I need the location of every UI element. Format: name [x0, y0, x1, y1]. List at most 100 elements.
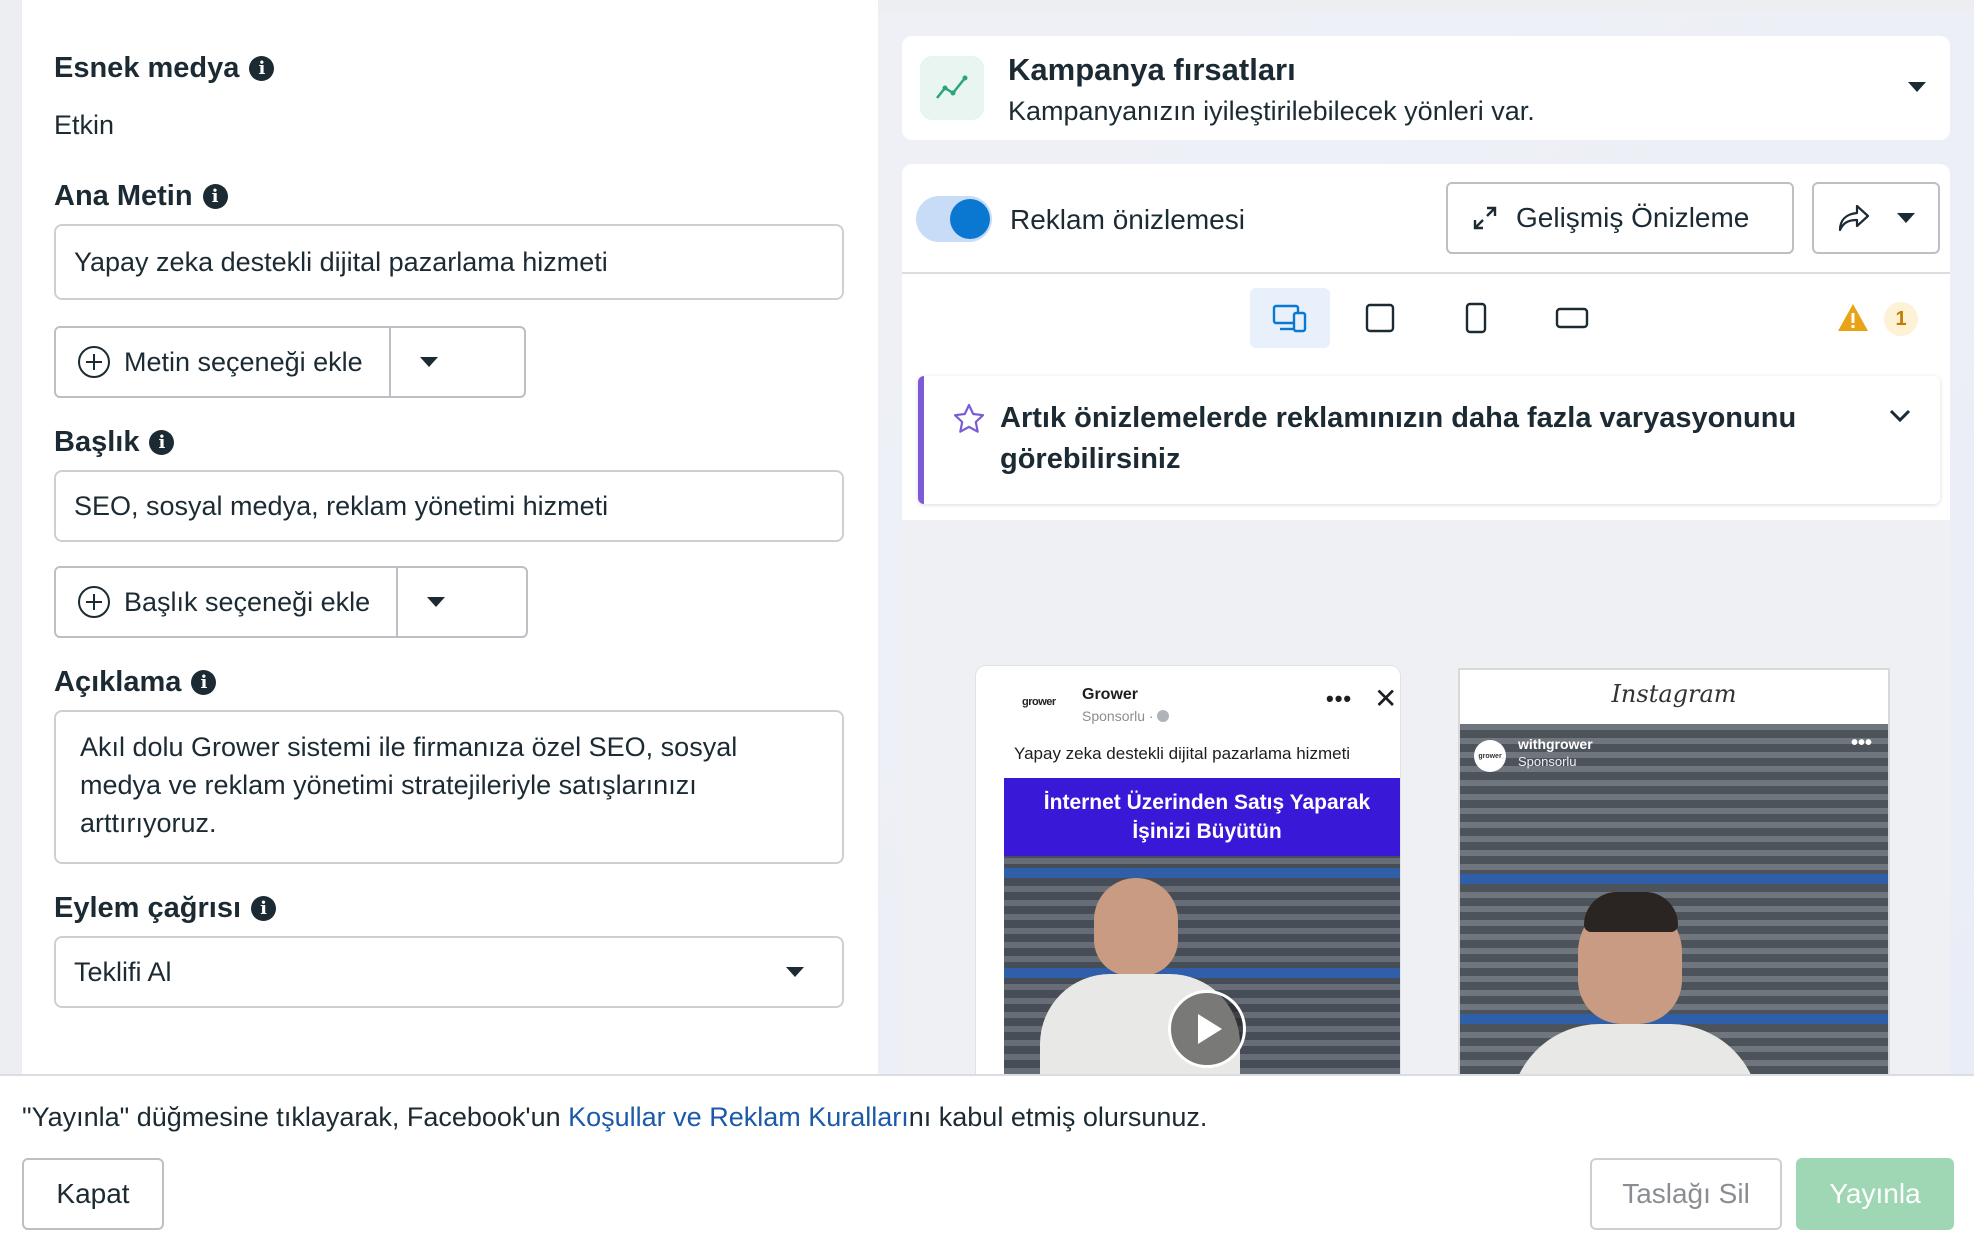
opportunities-subtitle: Kampanyanızın iyileştirilebilecek yönler… — [1008, 96, 1535, 126]
ig-sponsored-label: Sponsorlu — [1518, 754, 1577, 769]
advanced-preview-label: Gelişmiş Önizleme — [1516, 202, 1750, 233]
fb-video-media[interactable]: İnternet Üzerinden Satış Yaparak İşinizi… — [1004, 778, 1400, 1080]
more-options-icon[interactable]: ••• — [1851, 732, 1872, 755]
warning-icon[interactable] — [1836, 302, 1870, 334]
advanced-preview-button[interactable]: Gelişmiş Önizleme — [1446, 182, 1794, 254]
ad-creative-panel: Esnek medya i Etkin Ana Metin i Yapay ze… — [22, 0, 878, 1080]
add-text-option-button[interactable]: Metin seçeneği ekle — [56, 328, 391, 396]
ig-avatar: grower — [1474, 740, 1506, 772]
add-text-option-label: Metin seçeneği ekle — [124, 346, 363, 377]
ad-preview-toggle[interactable] — [916, 196, 992, 242]
fb-primary-text: Yapay zeka destekli dijital pazarlama hi… — [1014, 744, 1351, 763]
preview-panel: Kampanya fırsatları Kampanyanızın iyileş… — [878, 12, 1974, 1080]
shelf-beam — [1004, 968, 1400, 978]
banner-line-2: İşinizi Büyütün — [1132, 820, 1282, 843]
share-menu-button[interactable] — [1812, 182, 1940, 254]
star-icon — [953, 403, 985, 433]
info-icon[interactable]: i — [251, 896, 276, 921]
info-icon[interactable]: i — [191, 670, 217, 695]
fb-creative-banner: İnternet Üzerinden Satış Yaparak İşinizi… — [1004, 778, 1400, 856]
footer-bar: "Yayınla" düğmesine tıklayarak, Facebook… — [0, 1074, 1974, 1241]
ig-video-media[interactable]: grower withgrower Sponsorlu ••• — [1460, 724, 1888, 1080]
primary-text-label: Ana Metin i — [54, 180, 228, 213]
primary-text-input[interactable]: Yapay zeka destekli dijital pazarlama hi… — [54, 224, 844, 300]
flexible-media-label-text: Esnek medya — [54, 52, 240, 84]
flexible-media-value: Etkin — [54, 110, 115, 140]
toggle-knob — [950, 199, 990, 239]
trend-chart-icon — [920, 56, 984, 120]
description-input[interactable]: Akıl dolu Grower sistemi ile firmanıza ö… — [54, 710, 844, 864]
caret-down-icon — [419, 357, 438, 367]
placement-selector: 1 — [902, 276, 1950, 360]
cta-value: Teklifi Al — [74, 956, 172, 987]
globe-icon — [1157, 710, 1170, 722]
caret-down-icon — [1897, 213, 1915, 223]
cta-label: Eylem çağrısı i — [54, 892, 276, 925]
description-value: Akıl dolu Grower sistemi ile firmanıza ö… — [80, 732, 738, 838]
instagram-logo: Instagram — [1611, 680, 1737, 708]
square-icon — [1365, 303, 1395, 333]
close-button[interactable]: Kapat — [22, 1158, 164, 1230]
shelf-beam — [1460, 1014, 1888, 1024]
square-format-tab[interactable] — [1340, 288, 1420, 348]
expand-icon — [1473, 206, 1497, 230]
fb-page-name: Grower — [1082, 686, 1139, 703]
add-headline-option-label: Başlık seçeneği ekle — [124, 586, 371, 617]
info-icon[interactable]: i — [249, 56, 275, 81]
preview-canvas: grower Grower Sponsorlu · ••• ✕ Yapay ze… — [902, 520, 1950, 1080]
caret-down-icon[interactable] — [1908, 82, 1926, 92]
preview-header: Reklam önizlemesi Gelişmiş Önizleme — [902, 164, 1950, 274]
cta-select[interactable]: Teklifi Al — [54, 936, 844, 1008]
headline-label: Başlık i — [54, 426, 175, 459]
horizontal-format-tab[interactable] — [1532, 288, 1612, 348]
shelf-beam — [1460, 874, 1888, 884]
instagram-feed-preview[interactable]: Instagram grower withgrower Sponsorlu ••… — [1458, 668, 1890, 1080]
primary-text-label-text: Ana Metin — [54, 180, 193, 212]
add-headline-option-dropdown[interactable] — [398, 568, 474, 636]
description-label-text: Açıklama — [54, 666, 182, 698]
caret-down-icon — [427, 597, 446, 607]
info-icon[interactable]: i — [202, 184, 228, 209]
fb-sponsored-label: Sponsorlu · — [1082, 708, 1170, 724]
devices-icon — [1272, 304, 1307, 333]
plus-circle-icon — [78, 346, 110, 378]
plus-circle-icon — [78, 586, 110, 618]
banner-line-1: İnternet Üzerinden Satış Yaparak — [1043, 791, 1371, 814]
primary-text-value: Yapay zeka destekli dijital pazarlama hi… — [74, 246, 608, 277]
ig-account-name: withgrower — [1518, 736, 1593, 752]
landscape-icon — [1555, 307, 1589, 329]
all-devices-tab[interactable] — [1250, 288, 1330, 348]
facebook-feed-preview[interactable]: grower Grower Sponsorlu · ••• ✕ Yapay ze… — [976, 666, 1400, 1080]
close-icon[interactable]: ✕ — [1374, 682, 1397, 715]
chevron-down-icon[interactable] — [1888, 408, 1912, 424]
headline-value: SEO, sosyal medya, reklam yönetimi hizme… — [74, 490, 609, 521]
add-text-option-dropdown[interactable] — [391, 328, 467, 396]
more-options-icon[interactable]: ••• — [1326, 686, 1352, 712]
variations-notice[interactable]: Artık önizlemelerde reklamınızın daha fa… — [918, 376, 1940, 504]
terms-text-before: "Yayınla" düğmesine tıklayarak, Facebook… — [22, 1102, 569, 1132]
variations-notice-text: Artık önizlemelerde reklamınızın daha fa… — [1000, 402, 1797, 475]
play-icon[interactable] — [1168, 990, 1246, 1068]
flexible-media-label: Esnek medya i — [54, 52, 275, 85]
add-headline-option-split-button: Başlık seçeneği ekle — [54, 566, 528, 638]
headline-label-text: Başlık — [54, 426, 140, 458]
add-headline-option-button[interactable]: Başlık seçeneği ekle — [56, 568, 399, 636]
person-head — [1094, 878, 1178, 976]
info-icon[interactable]: i — [149, 430, 175, 455]
campaign-opportunities-card[interactable]: Kampanya fırsatları Kampanyanızın iyileş… — [902, 36, 1950, 140]
cta-label-text: Eylem çağrısı — [54, 892, 241, 924]
ad-preview-card: Reklam önizlemesi Gelişmiş Önizleme 1 Ar… — [902, 164, 1950, 1080]
terms-link[interactable]: Koşullar ve Reklam Kuralları — [568, 1102, 909, 1132]
fb-sponsored-text: Sponsorlu · — [1082, 708, 1154, 724]
description-label: Açıklama i — [54, 666, 217, 699]
headline-input[interactable]: SEO, sosyal medya, reklam yönetimi hizme… — [54, 470, 844, 542]
vertical-format-tab[interactable] — [1436, 288, 1516, 348]
delete-draft-button[interactable]: Taslağı Sil — [1590, 1158, 1782, 1230]
publish-button[interactable]: Yayınla — [1796, 1158, 1954, 1230]
grower-logo: grower — [1022, 696, 1056, 708]
facebook-post: grower Grower Sponsorlu · ••• ✕ Yapay ze… — [1004, 666, 1400, 1080]
opportunities-title: Kampanya fırsatları — [1008, 52, 1296, 87]
add-text-option-split-button: Metin seçeneği ekle — [54, 326, 526, 398]
shelf-beam — [1004, 868, 1400, 878]
play-triangle — [1198, 1014, 1222, 1044]
